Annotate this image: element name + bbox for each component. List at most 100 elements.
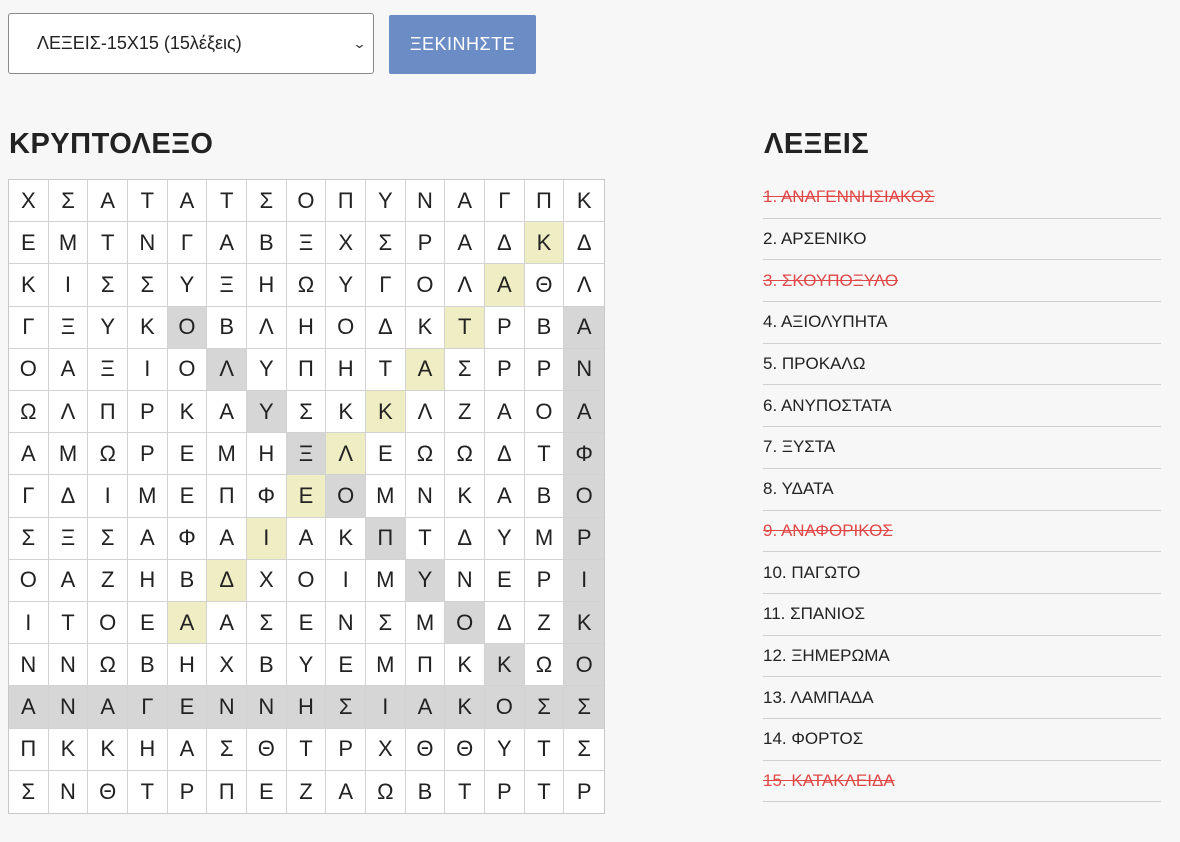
grid-cell[interactable]: Υ bbox=[366, 180, 406, 223]
grid-cell[interactable]: Π bbox=[9, 728, 49, 771]
grid-cell[interactable]: Κ bbox=[326, 517, 366, 560]
grid-cell[interactable]: Ν bbox=[564, 348, 604, 391]
grid-cell[interactable]: Β bbox=[524, 306, 565, 349]
grid-cell[interactable]: Ζ bbox=[287, 770, 327, 813]
grid-cell[interactable]: Κ bbox=[88, 728, 128, 771]
grid-cell[interactable]: Ε bbox=[247, 770, 287, 813]
grid-cell[interactable]: Ο bbox=[564, 475, 604, 518]
grid-cell[interactable]: Ο bbox=[9, 348, 49, 391]
grid-cell[interactable]: Η bbox=[286, 306, 327, 349]
grid-cell[interactable]: Ι bbox=[366, 686, 406, 729]
grid-cell[interactable]: Ο bbox=[167, 306, 208, 349]
grid-cell[interactable]: Σ bbox=[88, 517, 128, 560]
grid-cell[interactable]: Ρ bbox=[564, 517, 604, 560]
grid-cell[interactable]: Λ bbox=[48, 391, 89, 434]
grid-cell[interactable]: Κ bbox=[326, 391, 366, 434]
grid-cell[interactable]: Σ bbox=[445, 348, 485, 391]
grid-cell[interactable]: Κ bbox=[366, 391, 406, 434]
grid-cell[interactable]: Ι bbox=[88, 475, 128, 518]
grid-cell[interactable]: Θ bbox=[88, 770, 128, 813]
grid-cell[interactable]: Σ bbox=[524, 686, 565, 729]
grid-cell[interactable]: Α bbox=[167, 728, 208, 771]
grid-cell[interactable]: Ξ bbox=[48, 306, 89, 349]
grid-cell[interactable]: Τ bbox=[128, 180, 168, 223]
grid-cell[interactable]: Σ bbox=[88, 264, 128, 307]
grid-cell[interactable]: Β bbox=[128, 644, 168, 687]
grid-cell[interactable]: Τ bbox=[525, 770, 565, 813]
grid-cell[interactable]: Ω bbox=[445, 433, 485, 476]
grid-cell[interactable]: Π bbox=[326, 180, 366, 223]
grid-cell[interactable]: Α bbox=[207, 517, 247, 560]
grid-cell[interactable]: Η bbox=[128, 728, 168, 771]
grid-cell[interactable]: Θ bbox=[247, 728, 287, 771]
grid-cell[interactable]: Ε bbox=[286, 602, 327, 645]
grid-cell[interactable]: Α bbox=[9, 433, 49, 476]
grid-cell[interactable]: Μ bbox=[128, 475, 168, 518]
grid-cell[interactable]: Δ bbox=[485, 222, 525, 265]
grid-cell[interactable]: Μ bbox=[48, 433, 89, 476]
grid-cell[interactable]: Ι bbox=[564, 559, 604, 602]
grid-cell[interactable]: Ν bbox=[207, 686, 247, 729]
grid-cell[interactable]: Ρ bbox=[485, 348, 525, 391]
grid-cell[interactable]: Ζ bbox=[88, 559, 128, 602]
grid-cell[interactable]: Ο bbox=[88, 602, 128, 645]
grid-cell[interactable]: Ε bbox=[366, 433, 406, 476]
grid-cell[interactable]: Φ bbox=[247, 475, 287, 518]
grid-cell[interactable]: Α bbox=[167, 180, 208, 223]
grid-cell[interactable]: Χ bbox=[366, 728, 406, 771]
grid-cell[interactable]: Ν bbox=[326, 602, 366, 645]
grid-cell[interactable]: Ρ bbox=[524, 559, 565, 602]
grid-cell[interactable]: Β bbox=[167, 559, 208, 602]
grid-cell[interactable]: Φ bbox=[167, 517, 208, 560]
grid-cell[interactable]: Δ bbox=[366, 306, 406, 349]
grid-cell[interactable]: Π bbox=[88, 391, 128, 434]
grid-cell[interactable]: Α bbox=[485, 391, 525, 434]
grid-cell[interactable]: Ο bbox=[326, 475, 366, 518]
grid-cell[interactable]: Τ bbox=[366, 348, 406, 391]
grid-cell[interactable]: Ι bbox=[9, 602, 49, 645]
grid-cell[interactable]: Η bbox=[167, 644, 208, 687]
grid-cell[interactable]: Δ bbox=[445, 517, 485, 560]
grid-cell[interactable]: Δ bbox=[564, 222, 604, 265]
grid-cell[interactable]: Ν bbox=[49, 770, 89, 813]
grid-cell[interactable]: Ν bbox=[48, 686, 89, 729]
grid-cell[interactable]: Υ bbox=[485, 728, 525, 771]
grid-cell[interactable]: Ε bbox=[326, 644, 366, 687]
grid-cell[interactable]: Η bbox=[326, 348, 366, 391]
grid-cell[interactable]: Λ bbox=[405, 391, 446, 434]
grid-cell[interactable]: Α bbox=[88, 686, 128, 729]
grid-cell[interactable]: Υ bbox=[286, 644, 327, 687]
grid-cell[interactable]: Π bbox=[405, 644, 446, 687]
grid-cell[interactable]: Ω bbox=[88, 433, 128, 476]
grid-cell[interactable]: Ξ bbox=[207, 264, 247, 307]
grid-cell[interactable]: Α bbox=[326, 770, 366, 813]
grid-cell[interactable]: Α bbox=[207, 222, 247, 265]
grid-cell[interactable]: Δ bbox=[207, 559, 247, 602]
grid-cell[interactable]: Υ bbox=[247, 391, 287, 434]
grid-cell[interactable]: Μ bbox=[405, 602, 446, 645]
grid-cell[interactable]: Τ bbox=[524, 433, 565, 476]
grid-cell[interactable]: Λ bbox=[445, 264, 485, 307]
grid-cell[interactable]: Ε bbox=[286, 475, 327, 518]
grid-cell[interactable]: Μ bbox=[366, 475, 406, 518]
grid-cell[interactable]: Σ bbox=[9, 770, 49, 813]
grid-cell[interactable]: Υ bbox=[326, 264, 366, 307]
grid-cell[interactable]: Ω bbox=[405, 433, 446, 476]
grid-cell[interactable]: Β bbox=[247, 644, 287, 687]
grid-cell[interactable]: Α bbox=[286, 517, 327, 560]
grid-cell[interactable]: Λ bbox=[326, 433, 366, 476]
grid-cell[interactable]: Ω bbox=[9, 391, 49, 434]
grid-cell[interactable]: Ξ bbox=[48, 517, 89, 560]
grid-cell[interactable]: Γ bbox=[167, 222, 208, 265]
grid-cell[interactable]: Κ bbox=[524, 222, 565, 265]
grid-cell[interactable]: Υ bbox=[88, 306, 128, 349]
grid-cell[interactable]: Κ bbox=[48, 728, 89, 771]
grid-cell[interactable]: Β bbox=[207, 306, 247, 349]
grid-cell[interactable]: Σ bbox=[207, 728, 247, 771]
grid-cell[interactable]: Ο bbox=[286, 180, 327, 223]
grid-cell[interactable]: Ε bbox=[167, 686, 208, 729]
grid-cell[interactable]: Ο bbox=[445, 602, 485, 645]
grid-cell[interactable]: Σ bbox=[326, 686, 366, 729]
grid-cell[interactable]: Ω bbox=[286, 264, 327, 307]
grid-cell[interactable]: Ξ bbox=[286, 433, 327, 476]
